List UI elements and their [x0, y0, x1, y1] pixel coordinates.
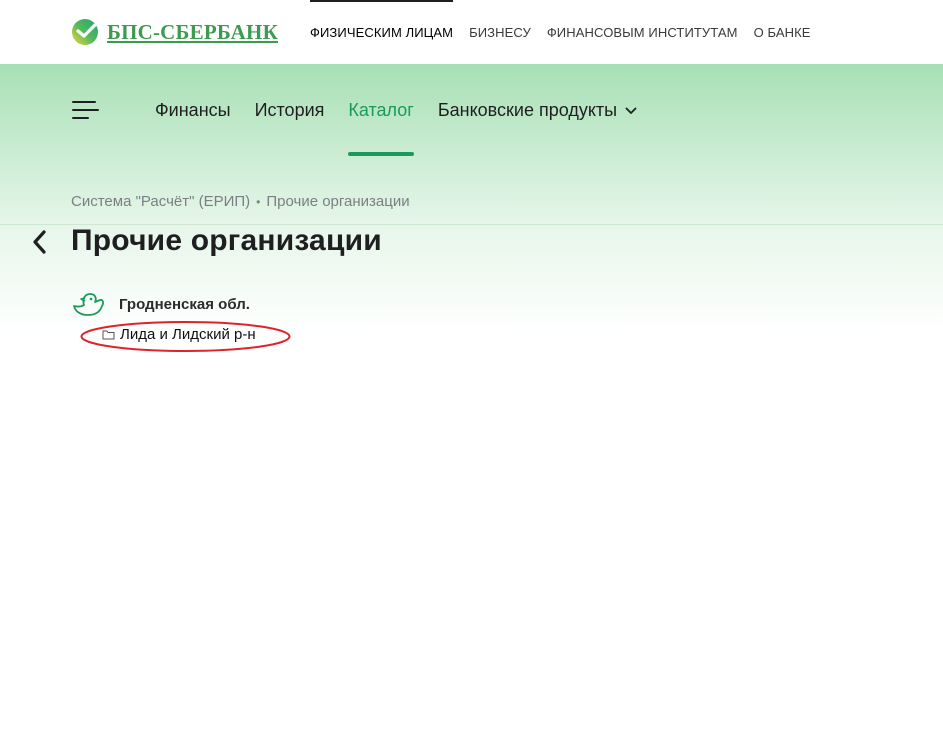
top-nav-financial-institutions[interactable]: ФИНАНСОВЫМ ИНСТИТУТАМ	[547, 0, 738, 64]
chevron-down-icon	[625, 107, 637, 114]
tree-region-label: Гродненская обл.	[119, 295, 250, 313]
top-nav: ФИЗИЧЕСКИМ ЛИЦАМ БИЗНЕСУ ФИНАНСОВЫМ ИНСТ…	[310, 0, 827, 64]
duck-icon	[73, 293, 104, 316]
brand-logo[interactable]: БПС-СБЕРБАНК	[70, 16, 278, 48]
back-arrow-icon[interactable]	[29, 228, 51, 256]
brand-underline	[107, 41, 278, 43]
top-bar: БПС-СБЕРБАНК ФИЗИЧЕСКИМ ЛИЦАМ БИЗНЕСУ ФИ…	[0, 0, 943, 64]
breadcrumb: Система "Расчёт" (ЕРИП) • Прочие организ…	[71, 193, 410, 210]
tab-history[interactable]: История	[255, 90, 325, 160]
tab-bank-products[interactable]: Банковские продукты	[438, 90, 637, 160]
hamburger-menu-icon[interactable]	[72, 98, 100, 122]
breadcrumb-separator: •	[256, 194, 261, 209]
folder-icon	[102, 330, 115, 340]
sberbank-logo-icon	[72, 19, 98, 45]
page-title: Прочие организации	[71, 224, 382, 257]
tree-item-lida[interactable]: Лида и Лидский р-н	[102, 326, 256, 343]
breadcrumb-item-erip[interactable]: Система "Расчёт" (ЕРИП)	[71, 193, 250, 210]
top-nav-about-bank[interactable]: О БАНКЕ	[754, 0, 811, 64]
breadcrumb-item-current: Прочие организации	[266, 193, 410, 210]
top-nav-individuals[interactable]: ФИЗИЧЕСКИМ ЛИЦАМ	[310, 0, 454, 64]
top-nav-business[interactable]: БИЗНЕСУ	[469, 0, 531, 64]
tab-catalog[interactable]: Каталог	[348, 90, 415, 160]
tree-region[interactable]: Гродненская обл.	[71, 289, 250, 319]
tab-bank-products-label: Банковские продукты	[437, 100, 618, 120]
tree-item-label: Лида и Лидский р-н	[120, 326, 256, 343]
tab-finance[interactable]: Финансы	[155, 90, 231, 160]
secondary-nav: Финансы История Каталог Банковские проду…	[155, 90, 661, 160]
